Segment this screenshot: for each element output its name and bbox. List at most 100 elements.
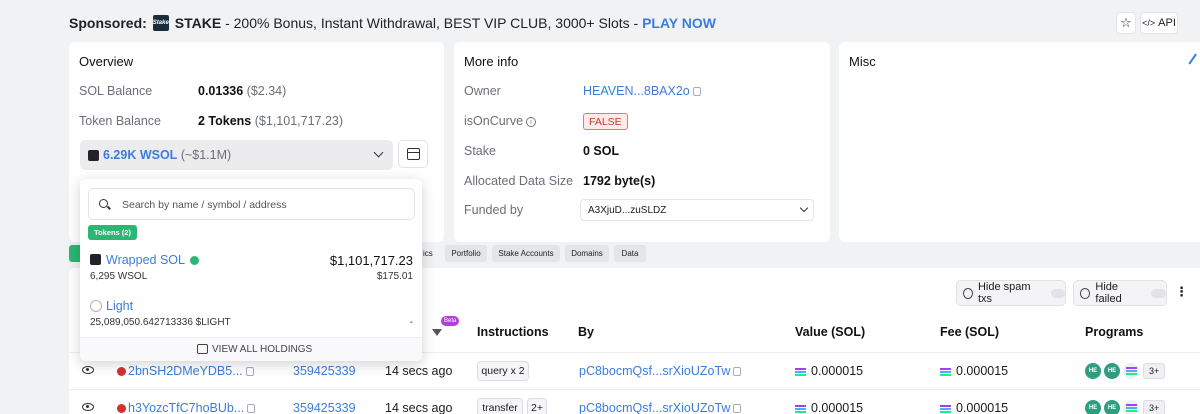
stake-label: Stake [464,144,496,158]
solana-icon [795,404,806,413]
token-item-wrapped-sol[interactable]: Wrapped SOL [106,253,199,267]
copy-icon[interactable] [692,87,701,97]
data-size-value: 1792 byte(s) [583,174,656,188]
api-button[interactable]: </> API [1140,12,1178,34]
instruction-more-pill[interactable]: 2+ [527,398,547,414]
hide-spam-label: Hide spam txs [977,281,1031,305]
star-icon: ☆ [1120,15,1132,30]
oncurve-label: isOnCurve i [464,114,537,128]
chevron-down-icon [799,203,809,213]
oncurve-false-badge: FALSE [583,113,628,130]
token-price: - [409,317,413,328]
copy-icon[interactable] [247,404,256,414]
clock-icon [1080,287,1091,299]
misc-title: Misc [849,54,876,69]
wallet-icon [197,344,208,354]
block-link[interactable]: 359425339 [293,364,356,378]
tab-data[interactable]: Data [614,245,646,262]
sponsored-label: Sponsored: [69,15,147,31]
eye-icon[interactable] [82,366,94,374]
wsol-token-icon [90,254,101,265]
solana-icon [940,367,951,376]
view-all-holdings-button[interactable]: VIEW ALL HOLDINGS [80,337,422,361]
toggle-switch[interactable] [1050,288,1065,298]
filter-icon[interactable] [432,329,442,336]
more-info-title: More info [464,54,519,69]
value-cell: 0.000015 [795,401,863,414]
funded-label: Funded by [464,203,524,217]
token-select-dropdown[interactable]: 6.29K WSOL (~$1.1M) [80,140,393,170]
table-row-signature[interactable]: 2bnSH2DMeYDB5... [117,364,254,378]
sponsor-text: - 200% Bonus, Instant Withdrawal, BEST V… [221,15,643,31]
selected-token: 6.29K WSOL [103,148,178,162]
program-badge[interactable]: HE [1104,400,1120,414]
token-value: $1,101,717.23 [329,253,413,268]
error-icon [117,367,126,377]
hide-failed-toggle[interactable]: Hide failed [1073,280,1167,306]
token-list-button[interactable] [398,140,428,168]
program-badge[interactable]: HE [1085,400,1101,414]
funded-by-value: A3XjuD...zuSLDZ [588,205,667,216]
solana-program-icon[interactable] [1123,400,1139,414]
token-search-input[interactable]: Search by name / symbol / address [88,188,415,220]
copy-icon[interactable] [245,367,254,377]
copy-icon[interactable] [733,404,742,414]
time-cell: 14 secs ago [385,364,453,378]
header-programs: Programs [1085,325,1144,339]
sol-balance-value: 0.01336 ($2.34) [198,84,287,98]
owner-label: Owner [464,84,501,98]
token-dropdown-popup: Search by name / symbol / address Tokens… [80,179,422,361]
token-amount: 6,295 WSOL [90,271,148,282]
token-search-placeholder: Search by name / symbol / address [122,199,287,211]
signer-link[interactable]: pC8bocmQsf...srXioUZoTw [579,364,730,378]
solana-icon [795,367,806,376]
selected-token-usd: (~$1.1M) [180,148,232,162]
sol-balance-label: SOL Balance [79,84,153,98]
divider [69,389,1200,390]
fee-cell: 0.000015 [940,364,1008,378]
error-icon [117,404,126,414]
more-programs-badge[interactable]: 3+ [1143,400,1166,414]
api-label: API [1158,17,1176,29]
info-icon[interactable]: i [526,116,537,127]
program-badge[interactable]: HE [1085,363,1101,379]
tab-portfolio[interactable]: Portfolio [445,245,487,262]
token-item-light[interactable]: Light [106,299,133,313]
eye-icon[interactable] [82,403,94,411]
more-options-icon[interactable]: ⋮ [1175,284,1188,300]
instruction-pill[interactable]: transfer [477,398,523,414]
instruction-pill[interactable]: query x 2 [477,361,529,381]
time-cell: 14 secs ago [385,401,453,414]
owner-link[interactable]: HEAVEN...8BAX2o [583,84,690,98]
tab-partial-label[interactable]: ics [423,249,433,258]
tab-tokens[interactable]: Tokens (2) [88,225,137,240]
program-badge[interactable]: HE [1104,363,1120,379]
copy-icon[interactable] [733,367,742,377]
hide-spam-toggle[interactable]: Hide spam txs [956,280,1066,306]
header-value: Value (SOL) [795,325,866,339]
misc-card: Misc [839,42,1200,242]
code-icon: </> [1142,18,1156,28]
hide-failed-label: Hide failed [1095,281,1122,305]
tab-stake-accounts[interactable]: Stake Accounts [492,245,560,262]
sponsor-brand: STAKE [174,15,222,31]
token-amount: 25,089,050.642713336 $LIGHT [90,317,231,328]
sponsor-cta-link[interactable]: PLAY NOW [642,15,716,31]
token-balance-label: Token Balance [79,114,162,128]
token-balance-value: 2 Tokens ($1,101,717.23) [198,114,344,128]
overview-title: Overview [79,54,134,69]
more-programs-badge[interactable]: 3+ [1143,363,1166,379]
toggle-switch[interactable] [1151,288,1167,298]
stake-logo: Stake [152,15,169,31]
signer-link[interactable]: pC8bocmQsf...srXioUZoTw [579,401,730,414]
favorite-button[interactable]: ☆ [1116,12,1136,34]
tab-domains[interactable]: Domains [565,245,609,262]
solana-program-icon[interactable] [1123,363,1139,379]
block-link[interactable]: 359425339 [293,401,356,414]
table-row-signature[interactable]: h3YozcTfC7hoBUb... [117,401,256,414]
token-price: $175.01 [376,271,413,282]
verified-icon [189,256,199,266]
funded-by-select[interactable]: A3XjuD...zuSLDZ [580,199,814,221]
sponsored-banner[interactable]: Sponsored: Stake STAKE - 200% Bonus, Ins… [69,15,716,31]
solana-icon [940,404,951,413]
